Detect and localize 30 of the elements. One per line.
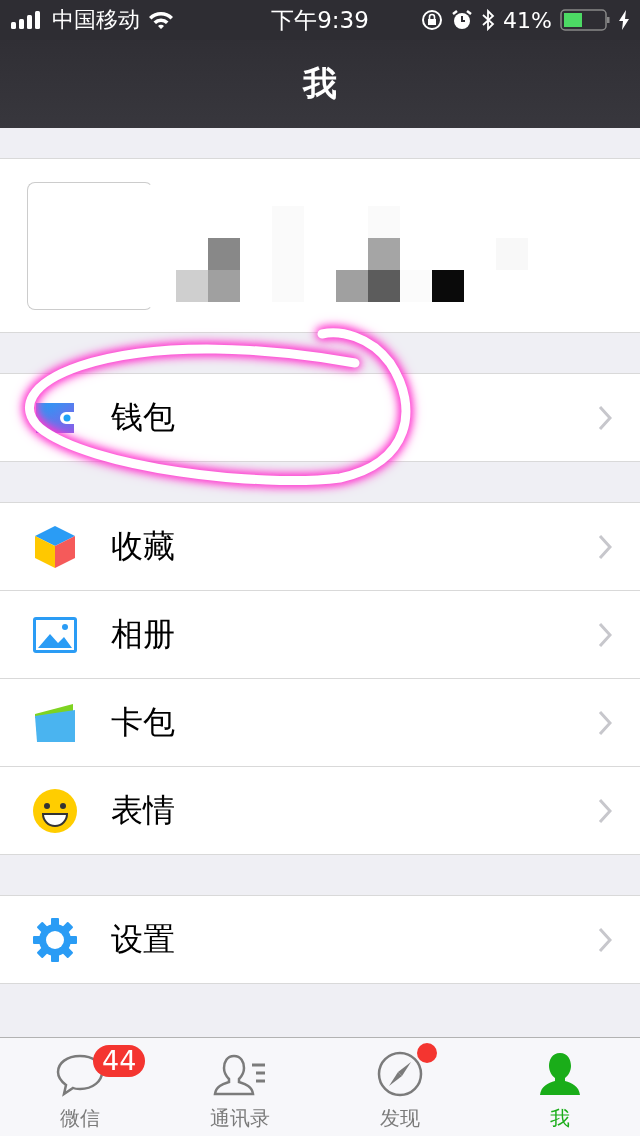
chevron-icon <box>598 709 612 736</box>
album-icon <box>32 615 78 654</box>
alarm-icon <box>451 9 474 31</box>
tab[interactable]: 发现 <box>320 1038 480 1136</box>
contacts-icon <box>212 1053 268 1097</box>
page-title: 我 <box>303 62 337 105</box>
chevron-icon <box>598 404 612 431</box>
compass-icon <box>377 1051 423 1097</box>
chevron-icon <box>598 533 612 560</box>
wallet-icon <box>34 400 76 435</box>
battery-percent: 41% <box>503 7 552 33</box>
person-icon <box>537 1051 583 1097</box>
settings-icon <box>32 916 78 963</box>
card-icon <box>33 701 77 744</box>
rotation-lock-icon <box>421 9 444 31</box>
carrier-name: 中国移动 <box>52 6 140 34</box>
tab[interactable]: 通讯录 <box>160 1038 320 1136</box>
clock-time: 下午9:39 <box>271 5 369 35</box>
charging-icon <box>618 10 630 30</box>
cube-icon <box>33 523 77 570</box>
bluetooth-icon <box>481 9 496 31</box>
chevron-icon <box>598 926 612 953</box>
chevron-icon <box>598 621 612 648</box>
unread-badge: 44 <box>93 1045 146 1077</box>
tab[interactable]: 44 微信 <box>0 1038 160 1136</box>
wifi-icon <box>148 10 174 30</box>
smiley-icon <box>32 787 78 834</box>
avatar[interactable] <box>27 181 153 310</box>
chevron-icon <box>598 797 612 824</box>
battery-icon <box>560 9 610 31</box>
